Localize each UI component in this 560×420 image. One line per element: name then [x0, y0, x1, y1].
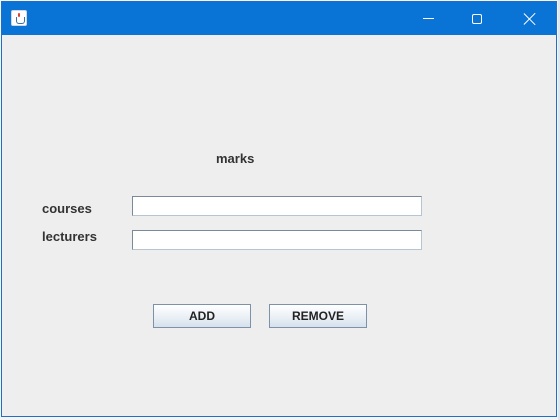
title-bar[interactable] [2, 2, 556, 35]
close-button[interactable] [507, 2, 553, 35]
add-button[interactable]: ADD [153, 304, 251, 328]
maximize-icon [472, 13, 482, 24]
remove-button[interactable]: REMOVE [269, 304, 367, 328]
java-cup-body [16, 17, 25, 24]
courses-input[interactable] [132, 196, 422, 216]
minimize-icon [422, 18, 434, 19]
lecturers-input[interactable] [132, 230, 422, 250]
lecturers-label: lecturers [42, 229, 97, 244]
form-panel: marks courses lecturers ADD REMOVE [2, 35, 556, 416]
desktop: marks courses lecturers ADD REMOVE [0, 0, 560, 420]
maximize-button[interactable] [454, 2, 500, 35]
app-window: marks courses lecturers ADD REMOVE [1, 1, 557, 417]
java-cup-icon[interactable] [11, 10, 27, 26]
close-icon [523, 12, 537, 26]
marks-heading: marks [216, 151, 255, 166]
minimize-button[interactable] [405, 2, 451, 35]
courses-label: courses [42, 201, 92, 216]
